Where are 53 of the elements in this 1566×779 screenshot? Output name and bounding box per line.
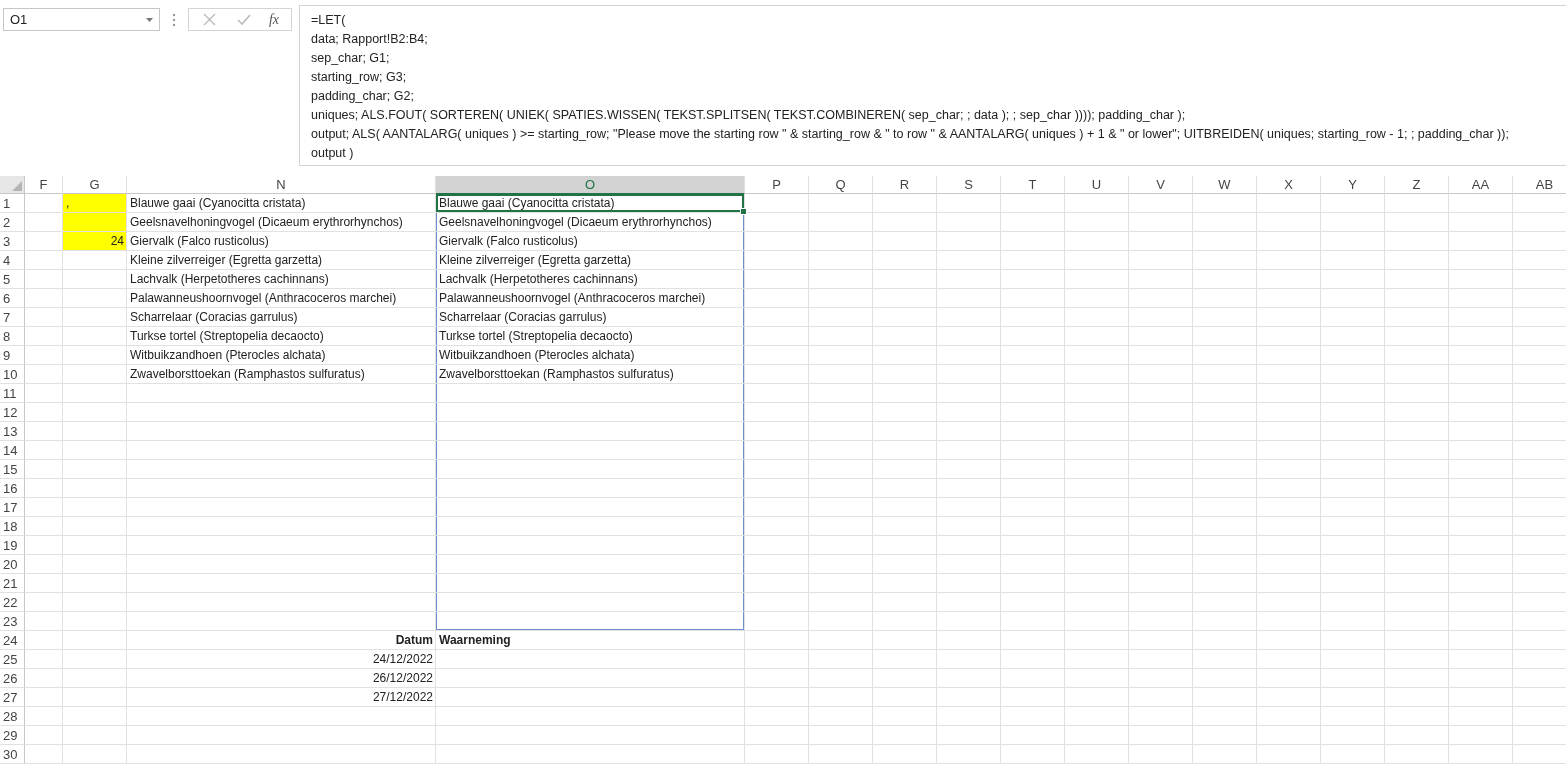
table-cell: Datum [127, 631, 436, 650]
column-header[interactable]: X [1257, 176, 1321, 194]
column-header[interactable]: Z [1385, 176, 1449, 194]
table-cell: Giervalk (Falco rusticolus) [127, 232, 436, 251]
column-header[interactable]: G [63, 176, 127, 194]
table-cell: Lachvalk (Herpetotheres cachinnans) [127, 270, 436, 289]
table-cell: Turkse tortel (Streptopelia decaocto) [436, 327, 745, 346]
check-icon [236, 14, 251, 25]
table-cell: 26/12/2022 [127, 669, 436, 688]
more-icon[interactable] [172, 13, 176, 27]
column-header[interactable]: Q [809, 176, 873, 194]
table-cell: Palawanneushoornvogel (Anthracoceros marchei) [127, 289, 436, 308]
insert-function-button[interactable]: fx [266, 9, 281, 30]
table-cell: 27/12/2022 [127, 688, 436, 707]
close-icon [203, 13, 217, 26]
select-all-button[interactable] [0, 176, 25, 194]
table-cell: Palawanneushoornvogel (Anthracoceros marchei) [436, 289, 745, 308]
table-cell: 24/12/2022 [127, 650, 436, 669]
column-header[interactable]: R [873, 176, 937, 194]
column-header[interactable]: W [1193, 176, 1257, 194]
table-cell: Kleine zilverreiger (Egretta garzetta) [127, 251, 436, 270]
column-header[interactable]: Y [1321, 176, 1385, 194]
column-header[interactable]: AA [1449, 176, 1513, 194]
dropdown-icon[interactable] [146, 17, 153, 22]
table-cell: Turkse tortel (Streptopelia decaocto) [127, 327, 436, 346]
column-header[interactable]: N [127, 176, 436, 194]
column-header[interactable]: O [436, 176, 745, 194]
table-cell: , [63, 194, 127, 213]
column-header[interactable]: U [1065, 176, 1129, 194]
table-cell: 24 [63, 232, 127, 251]
fill-handle[interactable] [740, 208, 747, 215]
table-cell: Scharrelaar (Coracias garrulus) [436, 308, 745, 327]
table-cell: Zwavelborsttoekan (Ramphastos sulfuratus) [127, 365, 436, 384]
table-cell: Blauwe gaai (Cyanocitta cristata) [127, 194, 436, 213]
column-header[interactable]: V [1129, 176, 1193, 194]
name-box[interactable]: O1 [3, 8, 160, 31]
column-header[interactable]: F [25, 176, 63, 194]
table-cell: Geelsnavelhoningvogel (Dicaeum erythrorhynchos) [127, 213, 436, 232]
table-cell: Lachvalk (Herpetotheres cachinnans) [436, 270, 745, 289]
table-cell: Witbuikzandhoen (Pterocles alchata) [127, 346, 436, 365]
table-cell: Blauwe gaai (Cyanocitta cristata) [436, 194, 745, 213]
table-cell: Giervalk (Falco rusticolus) [436, 232, 745, 251]
table-cell: Witbuikzandhoen (Pterocles alchata) [436, 346, 745, 365]
column-header[interactable]: S [937, 176, 1001, 194]
table-cell: Zwavelborsttoekan (Ramphastos sulfuratus) [436, 365, 745, 384]
table-cell: Scharrelaar (Coracias garrulus) [127, 308, 436, 327]
column-header[interactable]: T [1001, 176, 1065, 194]
table-cell: Geelsnavelhoningvogel (Dicaeum erythrorhynchos) [436, 213, 745, 232]
triangle-icon [12, 181, 22, 191]
column-header[interactable]: P [745, 176, 809, 194]
table-cell: Waarneming [436, 631, 745, 650]
formula-field[interactable]: =LET( data; Rapport!B2:B4; sep_char; G1; starting_row; G3; padding_char; G2; uniques; ALS.FOUT( SORTEREN( UNIEK( SPATIES.WISSEN( TEKST.SPLITSEN( TEKST.COMBINEREN( sep_char; ; data ); ; sep_char )))); padding_char ); output; ALS( AANTALARG( uniques ) >= starting_row; "Please move the starting row " & starting_row & " to row " & AANTALARG( uniques ) + 1 & " or lower"; UITBREIDEN( uniques; starting_row - 1; ; padding_char )); output ) [299, 5, 1566, 166]
table-cell: Kleine zilverreiger (Egretta garzetta) [436, 251, 745, 270]
